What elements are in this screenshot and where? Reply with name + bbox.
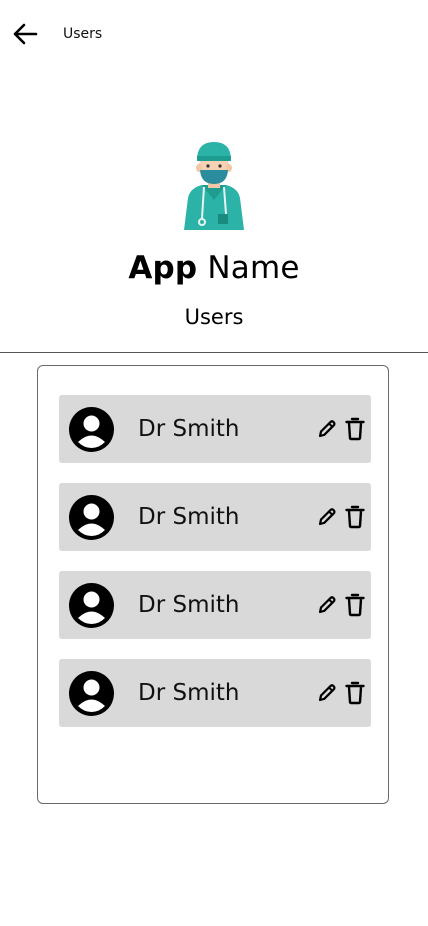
user-name: Dr Smith bbox=[138, 680, 240, 706]
delete-button[interactable] bbox=[345, 417, 365, 441]
user-row[interactable]: Dr Smith bbox=[59, 659, 371, 727]
user-row[interactable]: Dr Smith bbox=[59, 571, 371, 639]
users-list: Dr Smith Dr Smith Dr Smith Dr Smith bbox=[37, 365, 389, 804]
pencil-icon bbox=[318, 684, 336, 702]
user-avatar-icon bbox=[69, 495, 114, 540]
page-title: Users bbox=[63, 26, 103, 42]
user-row[interactable]: Dr Smith bbox=[59, 395, 371, 463]
edit-button[interactable] bbox=[317, 683, 337, 703]
pencil-icon bbox=[318, 420, 336, 438]
divider bbox=[0, 352, 428, 353]
user-avatar-icon bbox=[69, 583, 114, 628]
edit-button[interactable] bbox=[317, 595, 337, 615]
app-name-bold: App bbox=[128, 250, 198, 286]
user-avatar-icon bbox=[69, 671, 114, 716]
doctor-avatar-icon bbox=[180, 138, 248, 232]
delete-button[interactable] bbox=[345, 593, 365, 617]
page-subtitle: Users bbox=[184, 305, 244, 329]
delete-button[interactable] bbox=[345, 505, 365, 529]
trash-icon bbox=[345, 505, 365, 529]
app-name: App Name bbox=[0, 250, 428, 286]
user-name: Dr Smith bbox=[138, 592, 240, 618]
app-name-regular: Name bbox=[207, 250, 300, 286]
pencil-icon bbox=[318, 596, 336, 614]
edit-button[interactable] bbox=[317, 419, 337, 439]
delete-button[interactable] bbox=[345, 681, 365, 705]
user-avatar-icon bbox=[69, 407, 114, 452]
user-name: Dr Smith bbox=[138, 504, 240, 530]
user-row[interactable]: Dr Smith bbox=[59, 483, 371, 551]
trash-icon bbox=[345, 593, 365, 617]
trash-icon bbox=[345, 681, 365, 705]
top-bar: Users bbox=[0, 0, 428, 70]
back-button[interactable] bbox=[10, 19, 40, 49]
user-name: Dr Smith bbox=[138, 416, 240, 442]
edit-button[interactable] bbox=[317, 507, 337, 527]
trash-icon bbox=[345, 417, 365, 441]
pencil-icon bbox=[318, 508, 336, 526]
arrow-left-icon bbox=[13, 23, 38, 45]
